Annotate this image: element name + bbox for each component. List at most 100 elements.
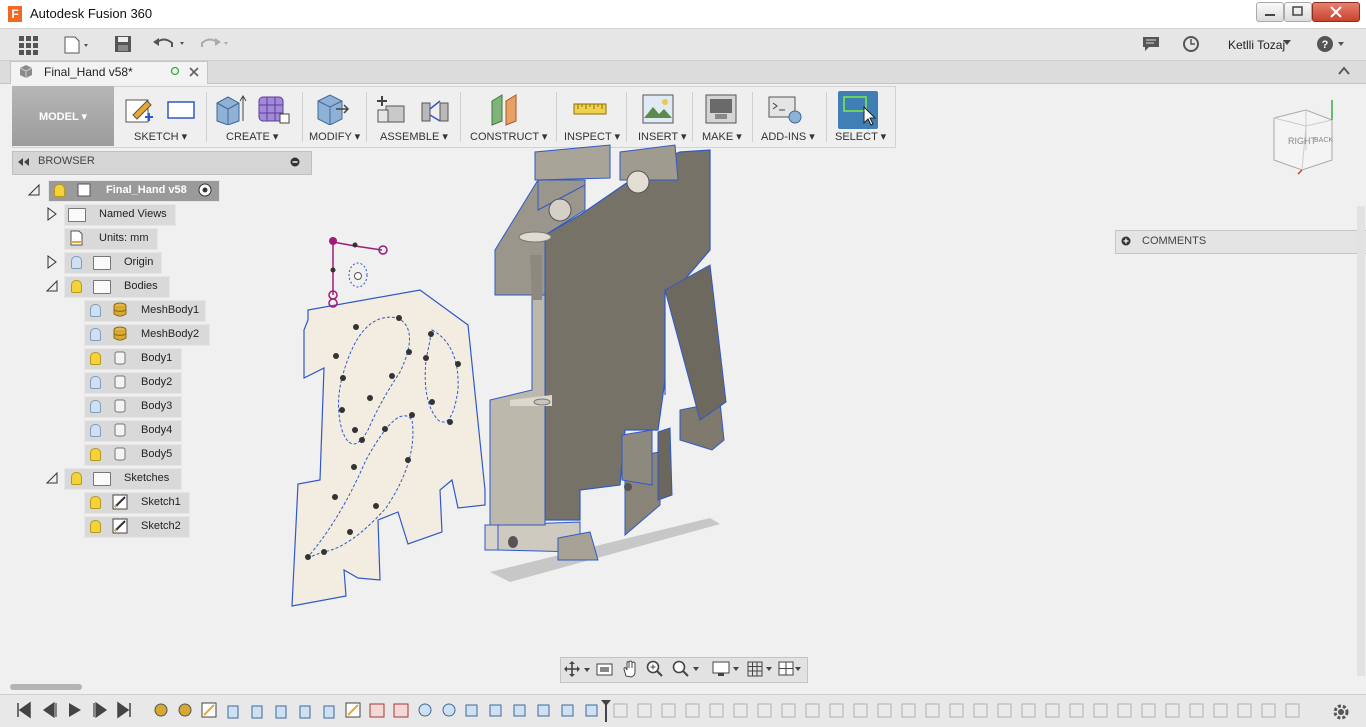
fusion-logo-icon: F <box>8 6 22 22</box>
comments-icon[interactable] <box>1142 36 1160 52</box>
sketch-constraint-glyphs[interactable] <box>328 237 388 308</box>
sketch-icon <box>112 518 128 534</box>
window-title: Autodesk Fusion 360 <box>30 6 153 21</box>
expanded-triangle-icon[interactable] <box>28 184 40 196</box>
folder-icon <box>93 280 111 294</box>
expand-comments-icon[interactable] <box>1121 236 1131 246</box>
title-bar <box>0 0 1366 29</box>
press-pull-icon[interactable] <box>314 93 350 125</box>
measure-icon[interactable] <box>573 98 607 122</box>
rectangle-tool-icon[interactable] <box>166 98 198 122</box>
vertical-scrollbar[interactable] <box>1357 206 1365 676</box>
visibility-bulb-icon[interactable] <box>71 280 82 293</box>
extrude-icon[interactable] <box>214 93 248 125</box>
create-sketch-icon[interactable] <box>125 95 155 125</box>
scripts-addins-icon[interactable] <box>768 94 804 126</box>
visibility-bulb-icon[interactable] <box>90 520 101 533</box>
pan-hand-icon[interactable] <box>621 660 639 678</box>
sketch-icon <box>112 494 128 510</box>
body-label: Body2 <box>141 376 173 388</box>
timeline-playback-controls[interactable] <box>14 700 144 720</box>
maximize-button[interactable] <box>1284 2 1312 22</box>
minimize-icon <box>1265 14 1275 16</box>
solid-body-icon <box>114 375 126 389</box>
user-dropdown-icon[interactable] <box>1282 39 1292 47</box>
expanded-triangle-icon[interactable] <box>46 472 58 484</box>
timeline-settings-gear-icon[interactable] <box>1332 703 1350 721</box>
folder-icon <box>93 472 111 486</box>
visibility-bulb-icon[interactable] <box>90 304 101 317</box>
joint-icon[interactable] <box>418 95 452 125</box>
viewcube-back-face[interactable]: BACK <box>1314 137 1333 144</box>
sketch-label: Sketch1 <box>141 496 181 508</box>
visibility-bulb-icon[interactable] <box>71 256 82 269</box>
minimize-button[interactable] <box>1256 2 1284 22</box>
mesh-body-icon <box>113 302 127 317</box>
zoom-window-icon[interactable] <box>671 660 703 678</box>
3d-print-icon[interactable] <box>705 94 737 124</box>
visibility-bulb-icon[interactable] <box>90 400 101 413</box>
visibility-bulb-icon[interactable] <box>90 424 101 437</box>
addins-group-label[interactable]: ADD-INS ▾ <box>761 130 815 143</box>
activate-radio-icon[interactable] <box>198 183 212 197</box>
job-status-clock-icon[interactable] <box>1182 35 1200 53</box>
model-viewport[interactable] <box>280 140 760 620</box>
create-group-label[interactable]: CREATE ▾ <box>226 130 278 143</box>
collapsed-triangle-icon[interactable] <box>46 207 58 221</box>
hand-solid-body[interactable] <box>484 144 727 561</box>
solid-body-icon <box>114 447 126 461</box>
comments-label: COMMENTS <box>1142 235 1207 247</box>
solid-body-icon <box>114 399 126 413</box>
file-menu-icon[interactable] <box>62 35 92 55</box>
body-label: MeshBody2 <box>141 328 200 340</box>
offset-plane-icon[interactable] <box>488 93 524 127</box>
visibility-bulb-icon[interactable] <box>90 328 101 341</box>
body-label: Body3 <box>141 400 173 412</box>
visibility-bulb-icon[interactable] <box>54 184 65 197</box>
expanded-triangle-icon[interactable] <box>46 280 58 292</box>
bodies-label: Bodies <box>124 280 158 292</box>
view-cube[interactable]: RIGHT BACK <box>1262 94 1346 178</box>
timeline-feature-icons[interactable] <box>152 700 1302 722</box>
grid-snaps-icon[interactable] <box>746 660 776 678</box>
insert-image-icon[interactable] <box>642 94 674 124</box>
body-label: Body4 <box>141 424 173 436</box>
body-label: MeshBody1 <box>141 304 200 316</box>
look-at-icon[interactable] <box>596 660 614 678</box>
visibility-bulb-icon[interactable] <box>90 376 101 389</box>
close-tab-icon[interactable] <box>188 66 200 78</box>
help-icon[interactable]: ? <box>1316 35 1348 53</box>
origin-label: Origin <box>124 256 154 268</box>
collapse-ribbon-icon[interactable] <box>1338 66 1350 76</box>
viewports-icon[interactable] <box>778 660 804 678</box>
workspace-label: MODEL ▾ <box>38 111 88 123</box>
restore-icon <box>1292 6 1303 16</box>
undo-icon[interactable] <box>152 35 188 53</box>
redo-icon[interactable] <box>198 35 234 53</box>
visibility-bulb-icon[interactable] <box>71 472 82 485</box>
visibility-bulb-icon[interactable] <box>90 352 101 365</box>
select-group-label[interactable]: SELECT ▾ <box>835 130 886 143</box>
zoom-icon[interactable] <box>646 660 664 678</box>
svg-text:?: ? <box>1322 39 1329 51</box>
sketch-label: Sketch2 <box>141 520 181 532</box>
sketch-profile[interactable] <box>291 289 486 607</box>
orbit-icon[interactable] <box>564 660 592 678</box>
collapse-browser-icon[interactable] <box>16 157 30 167</box>
form-tool-icon[interactable] <box>256 94 292 126</box>
component-icon <box>77 183 91 197</box>
new-component-icon[interactable] <box>374 92 408 126</box>
save-icon[interactable] <box>114 35 132 53</box>
document-tab-label: Final_Hand v58* <box>44 65 133 79</box>
close-window-button[interactable] <box>1312 2 1360 22</box>
display-settings-icon[interactable] <box>712 660 742 678</box>
folder-icon <box>93 256 111 270</box>
horizontal-scrollbar[interactable] <box>10 684 82 690</box>
visibility-bulb-icon[interactable] <box>90 496 101 509</box>
visibility-bulb-icon[interactable] <box>90 448 101 461</box>
user-account-menu[interactable]: Ketlli Tozaj <box>1228 38 1285 52</box>
collapsed-triangle-icon[interactable] <box>46 255 58 269</box>
data-panel-grid-icon[interactable] <box>18 35 38 55</box>
viewcube-right-face[interactable]: RIGHT <box>1288 136 1317 146</box>
sketch-group-label[interactable]: SKETCH ▾ <box>134 130 187 143</box>
